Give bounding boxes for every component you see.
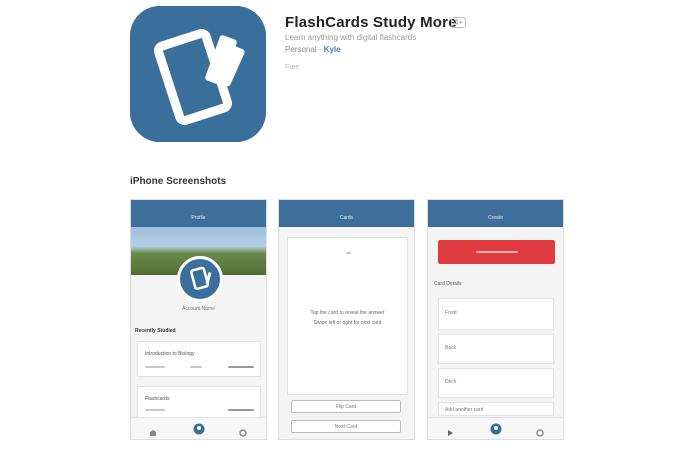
screenshot-3[interactable]: Create Card Details Front Back Deck Add … — [427, 199, 564, 440]
app-price: Free — [285, 64, 300, 71]
back-icon[interactable] — [446, 424, 454, 439]
nav-bar: Profile — [131, 200, 266, 227]
recent-card-2[interactable]: Flashcards — [137, 386, 261, 420]
flip-card-button[interactable]: Flip Card — [291, 400, 401, 413]
nav-title: Create — [487, 215, 503, 221]
next-card-button[interactable]: Next Card — [291, 420, 401, 433]
delete-button[interactable] — [438, 240, 555, 264]
card-text-line-1: Tap the card to reveal the answer — [310, 310, 385, 316]
nav-title: Profile — [191, 215, 206, 221]
profile-icon[interactable] — [193, 422, 205, 439]
screenshot-1[interactable]: Profile Account Name Recently Studied In… — [130, 199, 267, 440]
card-text-line-2: Swipe left or right for next card — [313, 320, 382, 326]
front-field[interactable]: Front — [438, 298, 554, 330]
card-icon — [190, 266, 212, 291]
recent-card-1[interactable]: Introduction to Biology — [137, 341, 261, 377]
app-subtitle: Learn anything with digital flashcards — [285, 33, 417, 42]
account-name: Account Name — [182, 306, 215, 312]
nav-bar: Create — [428, 200, 563, 227]
age-rating-badge: 4+ — [451, 17, 467, 28]
app-icon[interactable] — [130, 6, 266, 142]
settings-icon[interactable] — [239, 424, 247, 439]
developer-prefix: Personal · — [285, 45, 324, 54]
app-title: FlashCards Study More — [285, 14, 457, 31]
recent-card-title: Introduction to Biology — [145, 351, 195, 357]
deck-field[interactable]: Deck — [438, 368, 554, 398]
flashcard[interactable]: Tap the card to reveal the answer Swipe … — [287, 237, 408, 395]
profile-icon[interactable] — [490, 422, 502, 439]
developer-link[interactable]: Kyle — [324, 45, 341, 54]
home-icon[interactable] — [149, 424, 157, 439]
back-field[interactable]: Back — [438, 334, 554, 364]
recent-heading: Recently Studied — [135, 328, 176, 334]
nav-title: Cards — [339, 215, 354, 221]
tab-bar — [428, 417, 563, 439]
card-details-heading: Card Details — [434, 281, 462, 287]
developer-line: Personal · Kyle — [285, 45, 341, 54]
recent-card-title: Flashcards — [145, 396, 170, 402]
screenshots-section-title: iPhone Screenshots — [130, 176, 227, 187]
tab-bar — [131, 417, 266, 439]
avatar — [177, 256, 223, 302]
screenshot-2[interactable]: Cards Tap the card to reveal the answer … — [278, 199, 415, 440]
add-card-field[interactable]: Add another card — [438, 402, 554, 416]
flashcards-app-icon — [130, 6, 266, 142]
settings-icon[interactable] — [536, 424, 544, 439]
nav-bar: Cards — [279, 200, 414, 227]
